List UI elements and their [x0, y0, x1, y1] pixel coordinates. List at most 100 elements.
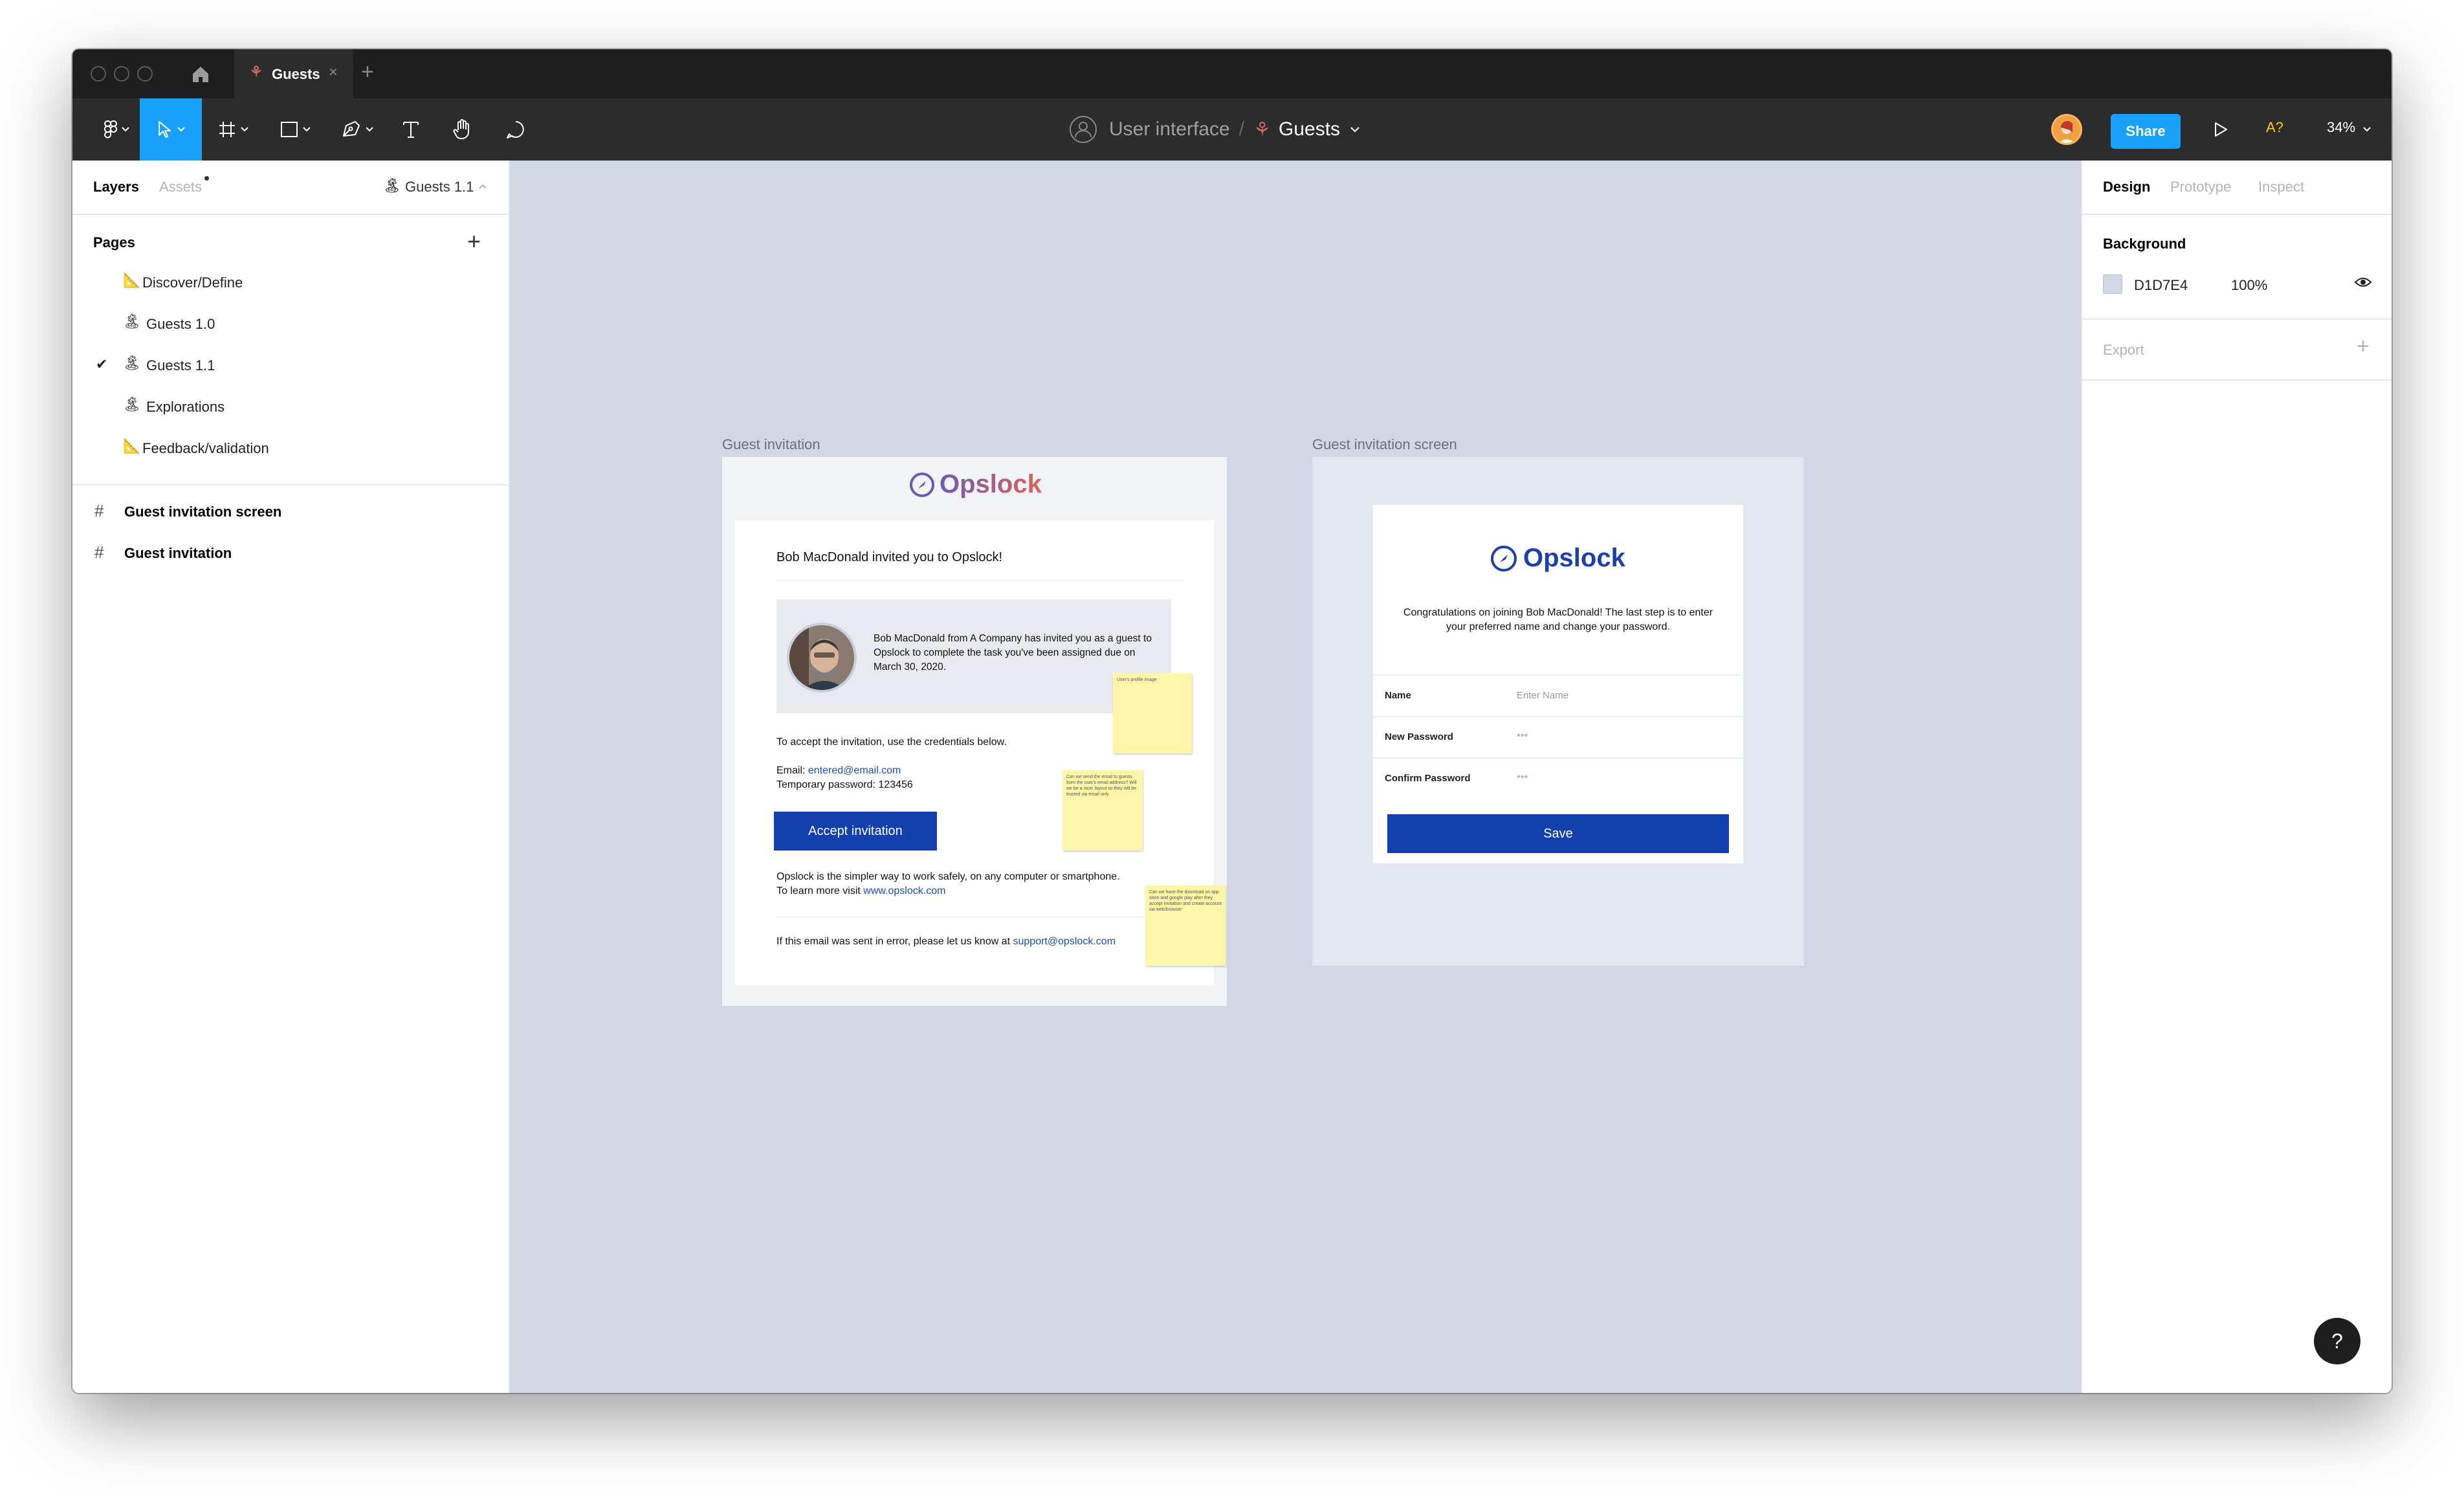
maximize-window-button[interactable] [137, 66, 153, 82]
chevron-down-icon [366, 127, 373, 132]
about-text: Opslock is the simpler way to work safel… [776, 870, 1126, 898]
new-password-input[interactable]: *** [1517, 731, 1528, 742]
minimize-window-button[interactable] [114, 66, 129, 82]
confirm-password-input[interactable]: *** [1517, 773, 1528, 784]
page-label: Guests 1.1 [146, 357, 215, 373]
tab-prototype[interactable]: Prototype [2170, 179, 2231, 195]
main-menu-button[interactable] [85, 98, 148, 161]
name-input[interactable]: Enter Name [1517, 690, 1568, 701]
hand-tool-button[interactable] [440, 98, 485, 161]
page-item[interactable]: 🏝 Explorations [72, 387, 509, 426]
page-item-selected[interactable]: ✔ 🏝 Guests 1.1 [72, 346, 509, 384]
chevron-down-icon [2363, 127, 2371, 132]
user-avatar[interactable] [2051, 114, 2082, 145]
island-icon: 🏝 [123, 313, 141, 329]
checkmark-icon: ✔ [96, 356, 108, 372]
guest-invitation-screen-frame[interactable]: Opslock Congratulations on joining Bob M… [1312, 457, 1804, 966]
accessibility-button[interactable]: A? [2266, 119, 2283, 136]
sticky-note[interactable]: Can we have the download on app store an… [1145, 885, 1226, 966]
chevron-up-icon [479, 184, 487, 189]
page-item[interactable]: 🏝 Guests 1.0 [72, 304, 509, 343]
text-tool-button[interactable] [388, 98, 434, 161]
share-button[interactable]: Share [2111, 114, 2181, 149]
new-tab-button[interactable]: + [361, 60, 374, 85]
assets-indicator-dot [204, 176, 209, 181]
project-name[interactable]: User interface [1109, 118, 1230, 140]
support-email-link[interactable]: support@opslock.com [1013, 936, 1116, 947]
zoom-dropdown[interactable]: 34% [2327, 119, 2371, 136]
layer-item[interactable]: # Guest invitation [72, 533, 509, 572]
opslock-logo: Opslock [910, 470, 1042, 499]
field-label: Confirm Password [1385, 773, 1471, 784]
figma-logo-icon [104, 120, 117, 139]
sticky-note[interactable]: Can we send the email to guests from the… [1062, 770, 1143, 851]
figma-window: ⚘ Guests × + User interface / ⚘ Guests S… [72, 49, 2392, 1393]
layers-panel: Layers Assets 🏝 Guests 1.1 Pages + 📐 Dis… [72, 161, 510, 1393]
tab-inspect[interactable]: Inspect [2258, 179, 2304, 195]
email-link[interactable]: entered@email.com [808, 765, 901, 776]
sticky-note[interactable]: User's profile image [1113, 673, 1192, 753]
file-name[interactable]: Guests [1279, 118, 1340, 140]
tab-assets[interactable]: Assets [159, 179, 202, 195]
layer-item[interactable]: # Guest invitation screen [72, 492, 509, 531]
frame-label[interactable]: Guest invitation screen [1312, 436, 1457, 453]
tab-layers[interactable]: Layers [93, 179, 139, 195]
close-tab-icon[interactable]: × [329, 63, 338, 82]
move-tool-button[interactable] [140, 98, 202, 161]
page-item[interactable]: 📐 Discover/Define [72, 263, 509, 302]
chevron-down-icon [122, 127, 129, 132]
website-link[interactable]: www.opslock.com [863, 885, 945, 896]
ruler-icon: 📐 [123, 272, 141, 288]
panel-divider [2082, 379, 2392, 381]
new-password-field[interactable]: New Password *** [1373, 716, 1743, 757]
pen-tool-button[interactable] [326, 98, 388, 161]
page-icon: 🏝 [383, 177, 401, 194]
save-button[interactable]: Save [1387, 814, 1729, 853]
background-hex-input[interactable]: D1D7E4 [2134, 277, 2188, 294]
island-icon: 🏝 [123, 355, 141, 371]
signup-card: Opslock Congratulations on joining Bob M… [1373, 505, 1743, 863]
layer-label: Guest invitation screen [124, 504, 282, 520]
help-button[interactable]: ? [2314, 1318, 2360, 1364]
layer-label: Guest invitation [124, 545, 232, 561]
shape-tool-button[interactable] [264, 98, 326, 161]
close-window-button[interactable] [91, 66, 106, 82]
chevron-down-icon [1350, 126, 1359, 132]
breadcrumb-separator: / [1238, 118, 1245, 140]
comment-tool-button[interactable] [493, 98, 538, 161]
tab-guests[interactable]: ⚘ Guests × [234, 49, 353, 98]
design-panel: Design Prototype Inspect Background D1D7… [2081, 161, 2392, 1393]
comment-icon [507, 121, 524, 139]
background-color-swatch[interactable] [2103, 274, 2122, 294]
cursor-icon [159, 121, 171, 138]
logo-text: Opslock [940, 470, 1042, 498]
error-body: If this email was sent in error, please … [776, 936, 1013, 947]
frame-icon [219, 122, 235, 137]
add-export-button[interactable]: + [2357, 334, 2370, 359]
title-bar: ⚘ Guests × + [72, 49, 2392, 98]
divider [776, 580, 1182, 581]
left-panel-tabs: Layers Assets 🏝 Guests 1.1 [72, 161, 509, 215]
page-item[interactable]: 📐 Feedback/validation [72, 428, 509, 467]
frame-label[interactable]: Guest invitation [722, 436, 820, 453]
add-page-button[interactable]: + [467, 228, 481, 255]
guest-invitation-frame[interactable]: Opslock Bob MacDonald invited you to Ops… [722, 457, 1227, 1006]
tab-design[interactable]: Design [2103, 179, 2150, 195]
chevron-down-icon [177, 127, 185, 132]
current-page-selector[interactable]: Guests 1.1 [405, 179, 474, 195]
rectangle-icon [281, 122, 298, 137]
invitation-text: Bob MacDonald from A Company has invited… [874, 633, 1152, 673]
confirm-password-field[interactable]: Confirm Password *** [1373, 757, 1743, 799]
present-button[interactable] [2201, 98, 2240, 161]
email-title: Bob MacDonald invited you to Opslock! [776, 550, 1003, 564]
name-field[interactable]: Name Enter Name [1373, 674, 1743, 716]
breadcrumb: User interface / ⚘ Guests [1069, 98, 1359, 161]
frame-tool-button[interactable] [202, 98, 264, 161]
accept-invitation-button[interactable]: Accept invitation [774, 812, 937, 851]
background-opacity-input[interactable]: 100% [2231, 277, 2267, 294]
home-icon[interactable] [189, 62, 212, 85]
eye-icon[interactable] [2354, 276, 2372, 292]
page-label: Discover/Define [142, 274, 243, 291]
zoom-level: 34% [2327, 119, 2356, 135]
page-label: Guests 1.0 [146, 316, 215, 332]
